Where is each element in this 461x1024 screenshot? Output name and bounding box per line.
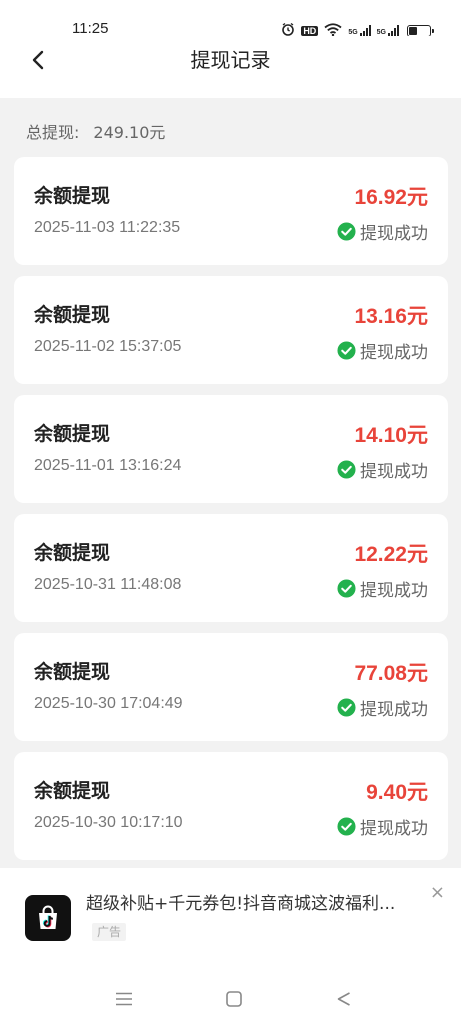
- back-nav-button[interactable]: [331, 986, 357, 1012]
- record-time: 2025-11-02 15:37:05: [34, 338, 182, 355]
- record-time: 2025-10-30 10:17:10: [34, 814, 183, 831]
- record-amount: 77.08元: [354, 662, 428, 685]
- check-circle-icon: [337, 460, 356, 479]
- record-time: 2025-11-03 11:22:35: [34, 219, 181, 236]
- record-status-text: 提现成功: [360, 224, 428, 244]
- record-amount: 14.10元: [354, 424, 428, 447]
- total-label: 总提现:: [26, 123, 80, 142]
- record-status: 提现成功: [337, 457, 428, 482]
- check-circle-icon: [337, 341, 356, 360]
- record-title: 余额提现: [34, 423, 111, 445]
- record-status-text: 提现成功: [360, 819, 428, 839]
- record-card[interactable]: 余额提现 16.92元 2025-11-03 11:22:35 提现成功: [14, 157, 448, 265]
- record-title: 余额提现: [34, 780, 111, 802]
- record-status: 提现成功: [337, 814, 428, 839]
- check-circle-icon: [337, 222, 356, 241]
- record-status-text: 提现成功: [360, 462, 428, 482]
- system-navigation-bar: [0, 974, 461, 1024]
- status-time: 11:25: [72, 20, 109, 37]
- menu-button[interactable]: [111, 986, 137, 1012]
- home-icon: [226, 991, 242, 1007]
- check-circle-icon: [337, 698, 356, 717]
- battery-icon: [407, 24, 434, 37]
- back-triangle-icon: [337, 992, 350, 1006]
- record-amount: 16.92元: [354, 186, 428, 209]
- record-title: 余额提现: [34, 185, 111, 207]
- record-amount: 12.22元: [354, 543, 428, 566]
- withdraw-record-list: 余额提现 16.92元 2025-11-03 11:22:35 提现成功 余额提…: [14, 157, 448, 871]
- signal-icon-2: 5G: [377, 24, 399, 37]
- status-bar: 11:25 HD 5G 5G: [0, 0, 461, 37]
- hd-badge: HD: [301, 25, 319, 36]
- signal-icon: 5G: [348, 24, 371, 37]
- record-status: 提现成功: [337, 576, 428, 601]
- page-title: 提现记录: [190, 48, 271, 72]
- record-title: 余额提现: [34, 304, 111, 326]
- total-summary: 总提现: 249.10元: [26, 119, 165, 143]
- record-time: 2025-10-31 11:48:08: [34, 576, 182, 593]
- record-card[interactable]: 余额提现 14.10元 2025-11-01 13:16:24 提现成功: [14, 395, 448, 503]
- record-time: 2025-11-01 13:16:24: [34, 457, 182, 474]
- ad-tag: 广告: [92, 923, 127, 941]
- ad-close-button[interactable]: ×: [430, 882, 445, 903]
- record-status-text: 提现成功: [360, 700, 428, 720]
- record-amount: 13.16元: [354, 305, 428, 328]
- check-circle-icon: [337, 817, 356, 836]
- check-circle-icon: [337, 579, 356, 598]
- ad-text-block: 超级补贴+千元券包!抖音商城这波福利... 广告: [86, 890, 396, 946]
- ad-text: 超级补贴+千元券包!抖音商城这波福利...: [86, 894, 396, 914]
- record-status-text: 提现成功: [360, 581, 428, 601]
- home-button[interactable]: [221, 986, 247, 1012]
- record-title: 余额提现: [34, 542, 111, 564]
- record-amount: 9.40元: [366, 781, 428, 804]
- ad-banner[interactable]: 超级补贴+千元券包!抖音商城这波福利... 广告 ×: [0, 868, 461, 974]
- record-status: 提现成功: [337, 695, 428, 720]
- record-card[interactable]: 余额提现 9.40元 2025-10-30 10:17:10 提现成功: [14, 752, 448, 860]
- menu-icon: [116, 992, 132, 1006]
- record-status: 提现成功: [337, 219, 428, 244]
- record-card[interactable]: 余额提现 77.08元 2025-10-30 17:04:49 提现成功: [14, 633, 448, 741]
- record-status: 提现成功: [337, 338, 428, 363]
- record-time: 2025-10-30 17:04:49: [34, 695, 183, 712]
- record-card[interactable]: 余额提现 13.16元 2025-11-02 15:37:05 提现成功: [14, 276, 448, 384]
- record-title: 余额提现: [34, 661, 111, 683]
- douyin-mall-icon: [25, 895, 71, 941]
- header: 提现记录: [0, 36, 461, 98]
- record-status-text: 提现成功: [360, 343, 428, 363]
- record-card[interactable]: 余额提现 12.22元 2025-10-31 11:48:08 提现成功: [14, 514, 448, 622]
- total-value: 249.10元: [93, 123, 166, 142]
